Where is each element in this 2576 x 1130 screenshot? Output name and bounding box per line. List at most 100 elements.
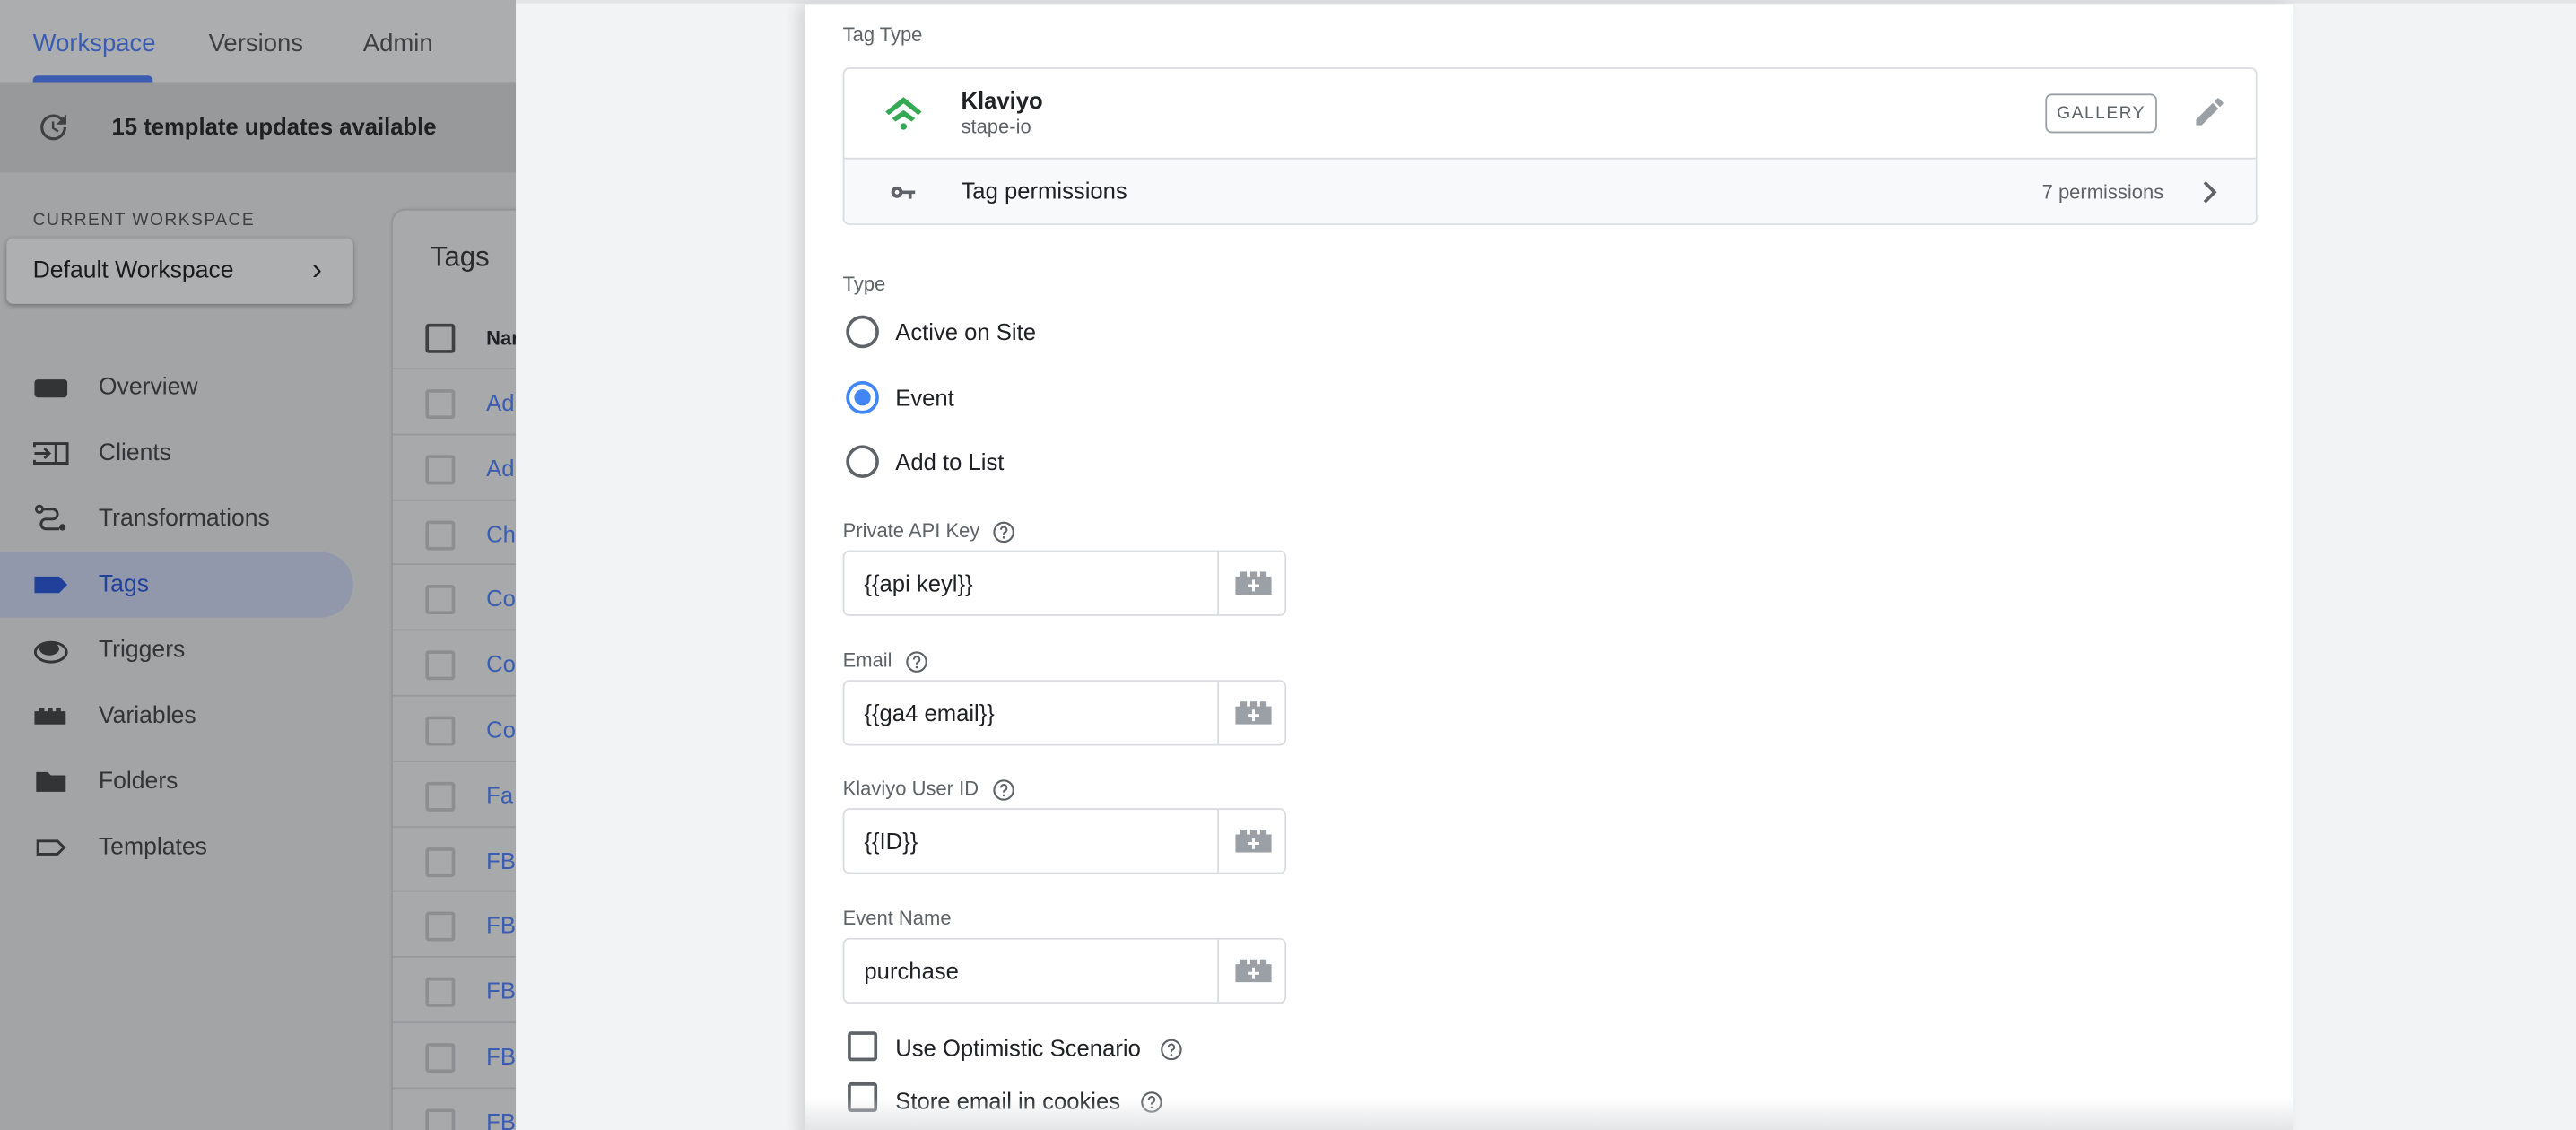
sidebar-item-label: Tags [98, 571, 150, 598]
table-row[interactable]: Co [392, 629, 517, 697]
row-checkbox[interactable] [425, 585, 456, 615]
tag-name-link[interactable]: Ad [486, 389, 514, 415]
folder-icon [36, 771, 66, 792]
sidebar-item-variables[interactable]: Variables [0, 683, 353, 749]
tab-workspace[interactable]: Workspace [33, 30, 156, 57]
row-checkbox[interactable] [425, 454, 456, 484]
sidebar-item-tags[interactable]: Tags [0, 552, 353, 618]
row-checkbox[interactable] [425, 912, 456, 943]
field-input[interactable]: {{ID}} [842, 808, 1287, 874]
field-label-text: Klaviyo User ID [842, 777, 979, 800]
table-row[interactable]: Ad [392, 433, 517, 500]
transformations-icon [34, 504, 66, 531]
table-row[interactable]: FB [392, 891, 517, 958]
tab-admin[interactable]: Admin [363, 30, 433, 57]
divider [1217, 939, 1220, 1003]
divider [1217, 552, 1220, 615]
permissions-count: 7 permissions [2041, 180, 2164, 204]
row-checkbox[interactable] [425, 519, 456, 550]
sidebar-item-folders[interactable]: Folders [0, 749, 353, 814]
tag-name-link[interactable]: Co [486, 651, 516, 677]
table-row[interactable]: Co [392, 694, 517, 762]
table-row[interactable]: FB [392, 956, 517, 1023]
insert-variable-icon[interactable] [1235, 571, 1272, 595]
table-row[interactable]: FB [392, 1021, 517, 1089]
row-checkbox[interactable] [425, 1043, 456, 1074]
field-value[interactable]: {{ga4 email}} [864, 700, 994, 726]
insert-variable-icon[interactable] [1235, 959, 1272, 983]
field-value[interactable]: purchase [864, 958, 958, 984]
column-header-name[interactable]: Nar [486, 326, 516, 350]
sidebar-item-transformations[interactable]: Transformations [0, 486, 353, 552]
table-row[interactable]: Fa [392, 760, 517, 828]
divider [1217, 809, 1220, 873]
tag-name-link[interactable]: FB [486, 1108, 516, 1130]
chevron-right-icon: › [312, 253, 322, 286]
table-row[interactable]: Co [392, 563, 517, 631]
use-optimistic-scenario-checkbox[interactable] [848, 1031, 878, 1062]
edit-pencil-icon[interactable] [2191, 93, 2227, 129]
tags-list-card: Tags Nar Ad Ad Ch Co Co Co Fa FB FB FB FB FB [392, 210, 517, 1130]
tag-icon [34, 576, 68, 594]
tag-name-link[interactable]: Co [486, 586, 516, 612]
tag-name-link[interactable]: Co [486, 717, 516, 743]
checkbox-label-text: Use Optimistic Scenario [895, 1034, 1141, 1062]
help-icon[interactable] [993, 520, 1016, 543]
tag-permissions-label: Tag permissions [961, 177, 1127, 204]
field-label-text: Email [842, 648, 892, 673]
field-input[interactable]: {{api keyl}} [842, 550, 1287, 616]
tag-type-label: Tag Type [842, 22, 923, 47]
template-icon [36, 839, 66, 856]
insert-variable-icon[interactable] [1235, 701, 1272, 725]
tag-name-link[interactable]: FB [486, 912, 516, 938]
sidebar-item-label: Folders [98, 769, 178, 795]
tag-name-link[interactable]: Ch [486, 520, 516, 546]
help-icon[interactable] [905, 650, 928, 674]
tag-name-link[interactable]: FB [486, 847, 516, 873]
row-checkbox[interactable] [425, 650, 456, 681]
tag-name-link[interactable]: FB [486, 978, 516, 1004]
table-row[interactable]: Ch [392, 499, 517, 566]
field-label-text: Event Name [842, 907, 952, 930]
field-input[interactable]: {{ga4 email}} [842, 680, 1287, 746]
banner-text: 15 template updates available [111, 113, 437, 140]
chevron-right-icon [2203, 181, 2217, 204]
radio-event[interactable] [846, 380, 879, 414]
radio-active-on-site[interactable] [846, 315, 879, 349]
help-icon[interactable] [1161, 1039, 1184, 1062]
row-checkbox[interactable] [425, 389, 456, 420]
gallery-badge[interactable]: GALLERY [2045, 93, 2157, 134]
tag-permissions-row[interactable]: Tag permissions 7 permissions [844, 157, 2256, 224]
sidebar-item-overview[interactable]: Overview [0, 355, 353, 421]
insert-variable-icon[interactable] [1235, 829, 1272, 853]
table-row[interactable]: FB [392, 825, 517, 893]
workspace-selector[interactable]: Default Workspace › [6, 238, 353, 304]
tag-name-link[interactable]: Fa [486, 781, 513, 807]
row-checkbox[interactable] [425, 781, 456, 812]
field-value[interactable]: {{api keyl}} [864, 570, 972, 596]
field-input[interactable]: purchase [842, 937, 1287, 1004]
tag-type-card[interactable]: Klaviyo stape-io GALLERY Tag permissions… [842, 67, 2258, 225]
sidebar-item-triggers[interactable]: Triggers [0, 618, 353, 683]
template-updates-banner[interactable]: 15 template updates available [0, 82, 517, 173]
row-checkbox[interactable] [425, 978, 456, 1008]
sidebar-item-templates[interactable]: Templates [0, 814, 353, 880]
table-row[interactable]: FB [392, 1087, 517, 1130]
tag-name-link[interactable]: Ad [486, 455, 514, 481]
select-all-checkbox[interactable] [425, 323, 456, 353]
table-header: Nar [393, 304, 516, 369]
field-label: Event Name [843, 907, 952, 930]
row-checkbox[interactable] [425, 1108, 456, 1130]
tag-name-link[interactable]: FB [486, 1043, 516, 1069]
sidebar-item-clients[interactable]: Clients [0, 421, 353, 486]
row-checkbox[interactable] [425, 847, 456, 877]
radio-add-to-list[interactable] [846, 445, 879, 478]
field-value[interactable]: {{ID}} [864, 828, 918, 854]
variables-icon [34, 708, 66, 725]
row-checkbox[interactable] [425, 716, 456, 746]
help-icon[interactable] [992, 778, 1015, 802]
current-workspace-label: CURRENT WORKSPACE [32, 210, 256, 230]
tab-versions[interactable]: Versions [209, 30, 303, 57]
type-label: Type [842, 273, 886, 296]
table-row[interactable]: Ad [392, 368, 517, 435]
